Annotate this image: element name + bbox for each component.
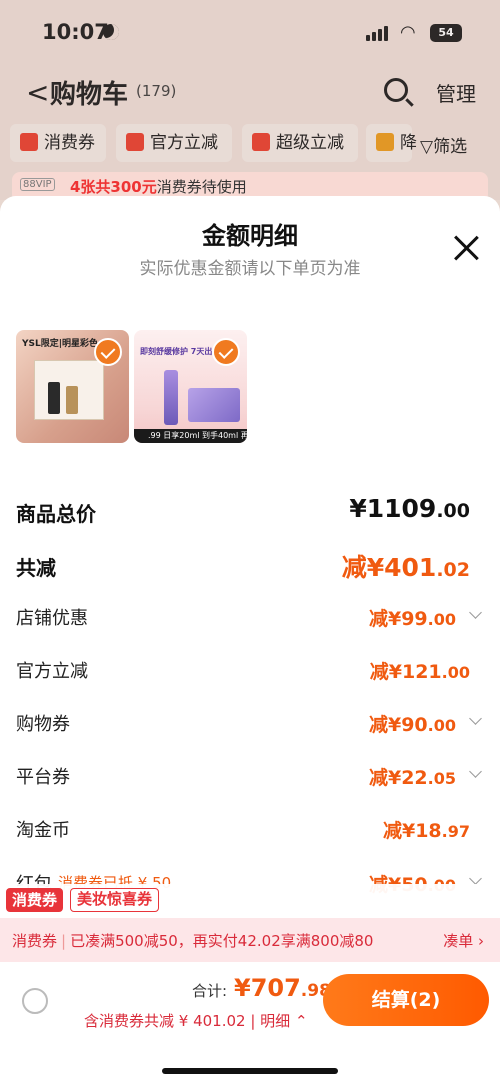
back-arrow-icon[interactable]: <	[26, 76, 49, 109]
cart-page-background: 10:07 ◠ 54 < 购物车 (179) 管理 消费券 官方立减 超级立减 …	[0, 0, 500, 200]
wifi-icon: ◠	[400, 22, 416, 43]
promo-bar[interactable]: 消费券 | 已凑满500减50，再实付42.02享满800减80 凑单 ›	[0, 918, 500, 962]
chevron-down-icon	[469, 712, 482, 725]
checkout-bar: 合计: ¥707.98 含消费券共减 ¥ 401.02 | 明细 ⌃ 结算(2)	[0, 962, 500, 1082]
discount-row-shopping-coupon[interactable]: 购物券 减¥90.00	[16, 710, 482, 740]
filter-row: 消费券 官方立减 超级立减 降 ▽筛选	[0, 124, 500, 164]
product-thumbnail[interactable]: 即刻舒缓修护 7天出 .99 日享20ml 到手40ml 再赠2件	[134, 330, 247, 443]
battery-icon: 54	[430, 24, 462, 42]
product-price-strip: .99 日享20ml 到手40ml 再赠2件	[134, 429, 247, 443]
product-caption: YSL限定|明星彩色	[22, 339, 99, 349]
promo-text: 消费券 | 已凑满500减50，再实付42.02享满800减80	[12, 932, 374, 950]
total-price-row: 商品总价 ¥1109.00	[16, 494, 470, 526]
select-all-radio[interactable]	[22, 988, 48, 1014]
product-thumbnail[interactable]: YSL限定|明星彩色	[16, 330, 129, 443]
sum-value: ¥707.98	[234, 974, 331, 1002]
filter-chip-super[interactable]: 超级立减	[242, 124, 358, 162]
status-time: 10:07	[42, 20, 109, 44]
cart-header: < 购物车 (179) 管理	[0, 72, 500, 112]
total-price-value: ¥1109.00	[349, 494, 470, 523]
coupon-tags: 消费券 美妆惊喜券	[0, 884, 500, 918]
search-icon[interactable]	[384, 78, 408, 102]
vip-text: 4张共300元消费券待使用	[70, 178, 247, 196]
coupon-icon	[20, 133, 38, 151]
product-caption: 即刻舒缓修护 7天出	[140, 347, 213, 356]
signal-icon	[366, 26, 388, 41]
chevron-down-icon	[469, 765, 482, 778]
close-icon[interactable]	[452, 234, 480, 262]
down-arrow-icon	[252, 133, 270, 151]
total-discount-value: 减¥401.02	[341, 553, 470, 582]
chevron-down-icon	[469, 606, 482, 619]
discount-row-store[interactable]: 店铺优惠 减¥99.00	[16, 604, 482, 634]
vip-tag: 88VIP	[20, 178, 55, 191]
discount-row-taojinbi: 淘金币 减¥18.97	[16, 820, 470, 842]
bolt-icon	[126, 133, 144, 151]
price-drop-icon	[376, 133, 394, 151]
filter-button[interactable]: ▽筛选	[420, 132, 467, 157]
filter-chip-price-drop[interactable]: 降	[366, 124, 417, 162]
total-discount-row: 共减 减¥401.02	[16, 552, 482, 582]
coupon-tag[interactable]: 消费券	[6, 888, 64, 912]
selected-check-icon	[212, 338, 240, 366]
page-title: 购物车	[50, 80, 129, 110]
tube-image	[164, 370, 178, 425]
cart-count: (179)	[136, 82, 177, 100]
manage-button[interactable]: 管理	[436, 78, 476, 107]
chevron-down-icon	[469, 872, 482, 885]
selected-check-icon	[94, 338, 122, 366]
beauty-coupon-tag[interactable]: 美妆惊喜券	[70, 888, 160, 912]
add-items-link[interactable]: 凑单 ›	[443, 930, 484, 951]
discount-row-platform-coupon[interactable]: 平台券 减¥22.05	[16, 763, 482, 793]
home-indicator	[162, 1068, 338, 1074]
filter-chip-coupon[interactable]: 消费券	[10, 124, 106, 162]
filter-chip-official[interactable]: 官方立减	[116, 124, 232, 162]
discount-row-official: 官方立减 减¥121.00	[16, 661, 470, 683]
checkout-button[interactable]: 结算(2)	[323, 974, 489, 1026]
discount-note[interactable]: 含消费券共减 ¥ 401.02 | 明细 ⌃	[84, 1010, 308, 1031]
sum-label: 合计:	[192, 982, 228, 1000]
moon-icon	[103, 24, 119, 40]
sheet-title: 金额明细	[202, 222, 298, 250]
status-bar: 10:07 ◠ 54	[0, 18, 500, 52]
sheet-subtitle: 实际优惠金额请以下单页为准	[139, 259, 361, 279]
